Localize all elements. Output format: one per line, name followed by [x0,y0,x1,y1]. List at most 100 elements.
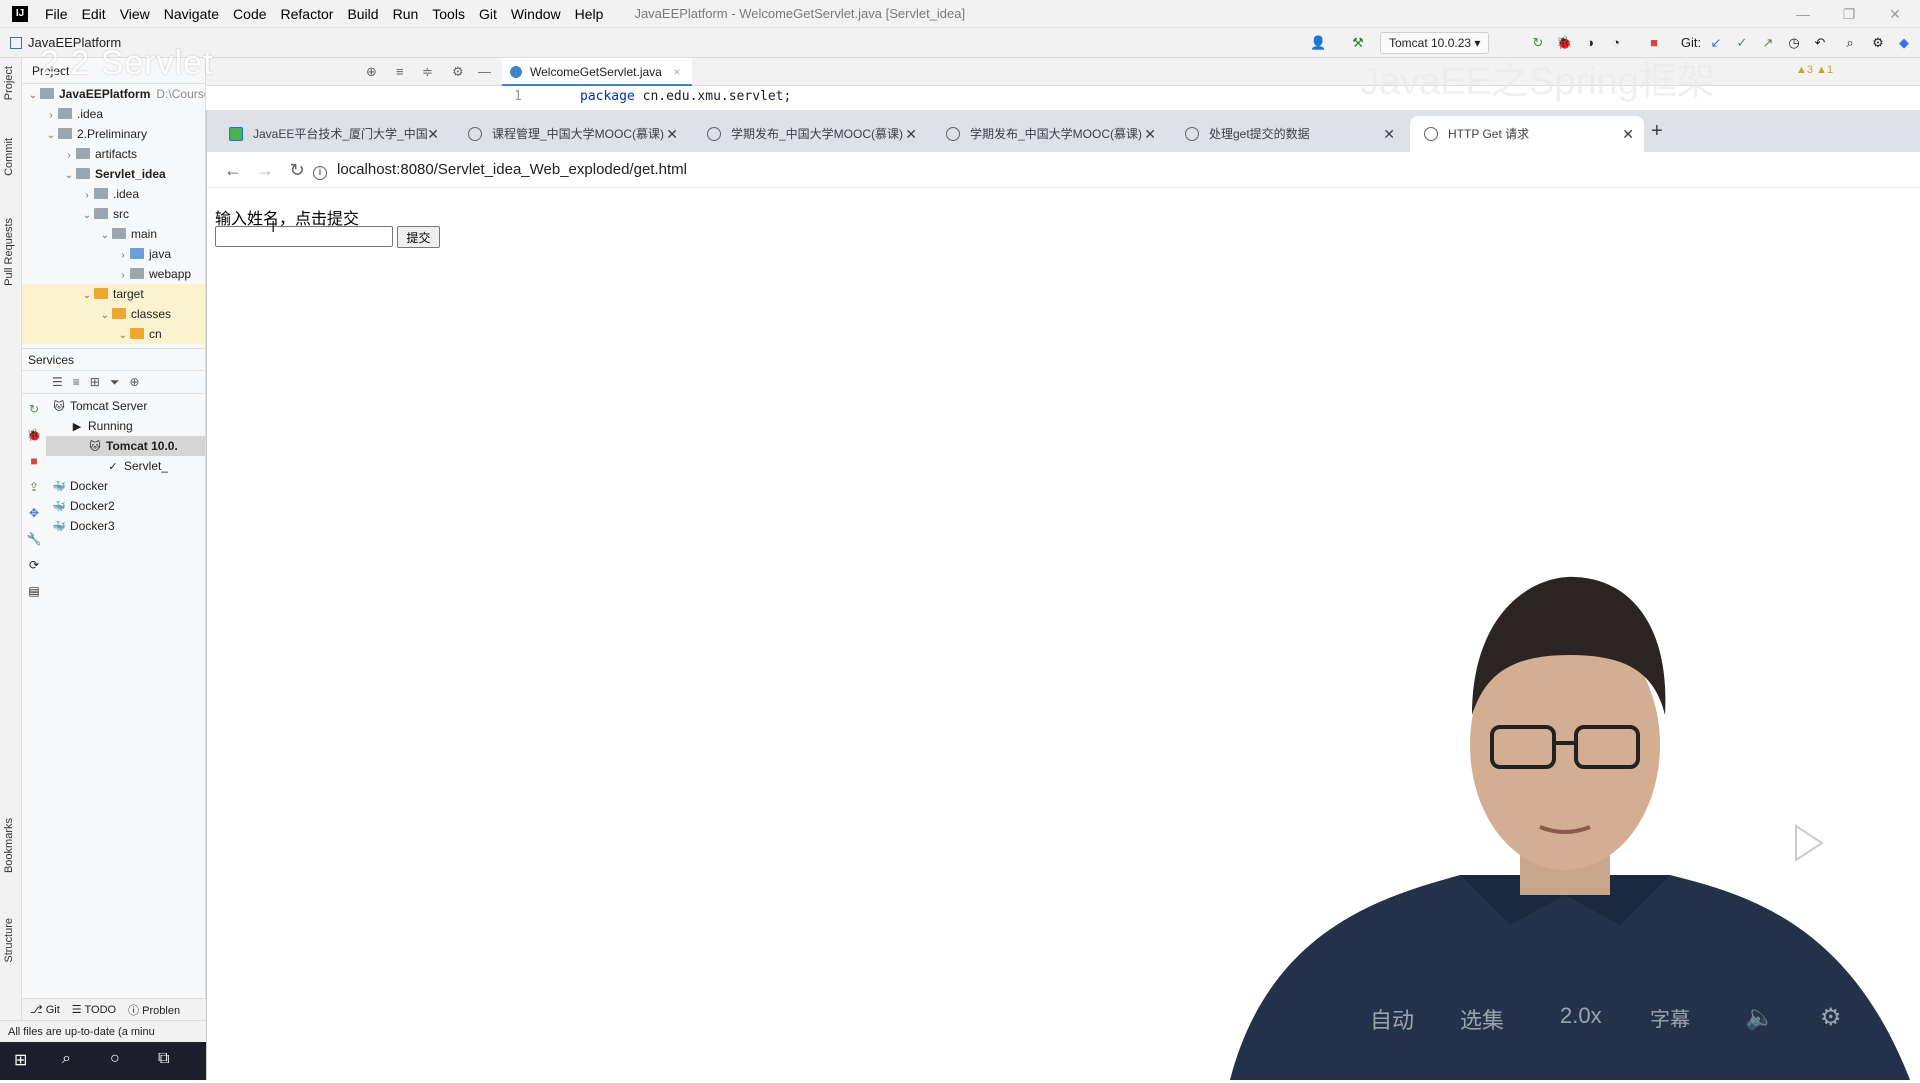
tab-close-icon[interactable]: ✕ [1383,116,1395,152]
windows-start-icon[interactable]: ⊞ [14,1050,27,1070]
chevron-right-icon[interactable]: › [62,146,76,166]
vtab-pull-requests[interactable]: Pull Requests [3,218,15,286]
tree-item[interactable]: › .idea [22,184,205,204]
cortana-icon[interactable]: ○ [110,1050,120,1068]
reload-icon[interactable]: ↻ [285,158,309,182]
rerun-icon[interactable]: ↻ [1530,35,1546,51]
menu-build[interactable]: Build [340,6,385,22]
tree-item[interactable]: › artifacts [22,144,205,164]
browser-tab[interactable]: 处理get提交的数据 ✕ [1171,116,1405,152]
collapse-all-icon[interactable]: ≡ [73,375,80,389]
tree-item[interactable]: ⌄ main [22,224,205,244]
debug-icon[interactable]: 🐞 [1556,35,1572,51]
build-hammer-icon[interactable]: ⚒ [1350,35,1366,51]
vtab-structure[interactable]: Structure [3,918,15,963]
tree-item[interactable]: ⌄ src [22,204,205,224]
profile-icon[interactable]: ◔ [1608,35,1624,51]
picture-in-picture-icon[interactable]: ▭ [1900,1003,1920,1032]
browser-tab[interactable]: 学期发布_中国大学MOOC(慕课) ✕ [693,116,927,152]
git-tool-tab[interactable]: ⎇ Git [30,1003,60,1016]
vtab-project[interactable]: Project [3,66,15,100]
editor-tab-welcome-servlet[interactable]: WelcomeGetServlet.java × [502,58,693,86]
chevron-down-icon[interactable]: ⌄ [44,126,58,146]
search-everywhere-icon[interactable]: ⌕ [1842,35,1858,51]
panel-gear-icon[interactable]: ⚙ [452,64,464,80]
service-item[interactable]: 🐱 Tomcat Server [46,396,205,416]
service-item[interactable]: ▶ Running [46,416,205,436]
expand-icon[interactable]: ≑ [422,64,433,80]
chevron-down-icon[interactable]: ⌄ [80,206,94,226]
browser-tab[interactable]: 学期发布_中国大学MOOC(慕课) ✕ [932,116,1166,152]
debug-service-icon[interactable]: 🐞 [22,422,46,448]
back-icon[interactable]: ← [221,158,245,182]
tab-close-icon[interactable]: ✕ [905,116,917,152]
tree-item[interactable]: ⌄ Servlet_idea [22,164,205,184]
menu-tools[interactable]: Tools [425,6,472,22]
tree-item[interactable]: › webapp [22,264,205,284]
chevron-down-icon[interactable]: ⌄ [80,286,94,306]
rerun-service-icon[interactable]: ↻ [22,396,46,422]
refresh-icon[interactable]: ⟳ [22,552,46,578]
service-item[interactable]: 🐳 Docker2 [46,496,205,516]
menu-run[interactable]: Run [386,6,426,22]
vtab-commit[interactable]: Commit [3,138,15,176]
git-update-icon[interactable]: ↙ [1708,35,1724,51]
hide-panel-icon[interactable]: — [478,64,491,79]
video-settings-icon[interactable]: ⚙ [1820,1003,1842,1032]
episodes-button[interactable]: 选集 [1460,1003,1504,1035]
add-service-icon[interactable]: ⊕ [129,375,139,389]
menu-file[interactable]: File [38,6,75,22]
chevron-right-icon[interactable]: › [44,106,58,126]
volume-icon[interactable]: 🔈 [1745,1003,1775,1032]
filter-icon[interactable]: ⏷ [110,375,120,390]
user-icon[interactable]: 👤 [1310,35,1326,51]
tab-close-icon[interactable]: ✕ [666,116,678,152]
tree-item[interactable]: ⌄ target [22,284,205,304]
tab-close-icon[interactable]: ✕ [1144,116,1156,152]
todo-tool-tab[interactable]: ☰ TODO [72,1003,116,1016]
coverage-icon[interactable]: ◑ [1582,35,1598,51]
close-window-icon[interactable]: ✕ [1872,0,1918,28]
vtab-bookmarks[interactable]: Bookmarks [3,818,15,873]
play-button[interactable] [1758,800,1853,885]
chevron-down-icon[interactable]: ⌄ [116,326,130,346]
service-item[interactable]: 🐳 Docker3 [46,516,205,536]
problems-tool-tab[interactable]: ⓘ Problen [128,1002,180,1018]
menu-git[interactable]: Git [472,6,504,22]
tree-item[interactable]: › java [22,244,205,264]
menu-navigate[interactable]: Navigate [157,6,226,22]
speed-button[interactable]: 2.0x [1560,1003,1602,1029]
tab-close-icon[interactable]: ✕ [427,116,439,152]
chevron-down-icon[interactable]: ⌄ [26,86,40,106]
service-item[interactable]: 🐱 Tomcat 10.0. [46,436,205,456]
rollback-icon[interactable]: ↶ [1812,35,1828,51]
git-push-icon[interactable]: ↗ [1760,35,1776,51]
expand-all-icon[interactable]: ☰ [52,375,63,389]
tree-item[interactable]: ⌄ JavaEEPlatform D:\Course\JavaEE\2022\pro… [22,84,205,104]
wrench-icon[interactable]: 🔧 [22,526,46,552]
task-view-icon[interactable]: ⧉ [158,1050,169,1068]
menu-code[interactable]: Code [226,6,273,22]
tree-item[interactable]: ⌄ classes [22,304,205,324]
inspection-counter[interactable]: ▲3 ▲1 [1796,64,1833,76]
browser-tab[interactable]: HTTP Get 请求 ✕ [1410,116,1644,152]
service-item[interactable]: ✓ Servlet_ [46,456,205,476]
name-input[interactable] [215,226,393,247]
chevron-down-icon[interactable]: ⌄ [62,166,76,186]
address-bar[interactable]: i localhost:8080/Servlet_idea_Web_explode… [313,156,1873,184]
subtitle-button[interactable]: 字幕 [1650,1003,1690,1032]
menu-refactor[interactable]: Refactor [274,6,341,22]
collapse-icon[interactable]: ≡ [396,64,404,79]
tree-item[interactable]: ⌄ 2.Preliminary [22,124,205,144]
plugin-icon[interactable]: ◆ [1896,35,1912,51]
minimize-icon[interactable]: — [1780,0,1826,28]
next-episode-icon[interactable]: ⏭ [240,1003,262,1031]
chevron-right-icon[interactable]: › [116,266,130,286]
chevron-right-icon[interactable]: › [80,186,94,206]
menu-help[interactable]: Help [568,6,611,22]
deploy-icon[interactable]: ⇪ [22,474,46,500]
chevron-right-icon[interactable]: › [116,246,130,266]
site-info-icon[interactable]: i [313,166,327,180]
group-icon[interactable]: ⊞ [90,375,100,389]
screenshot-icon[interactable]: ⧉ [535,1003,552,1031]
